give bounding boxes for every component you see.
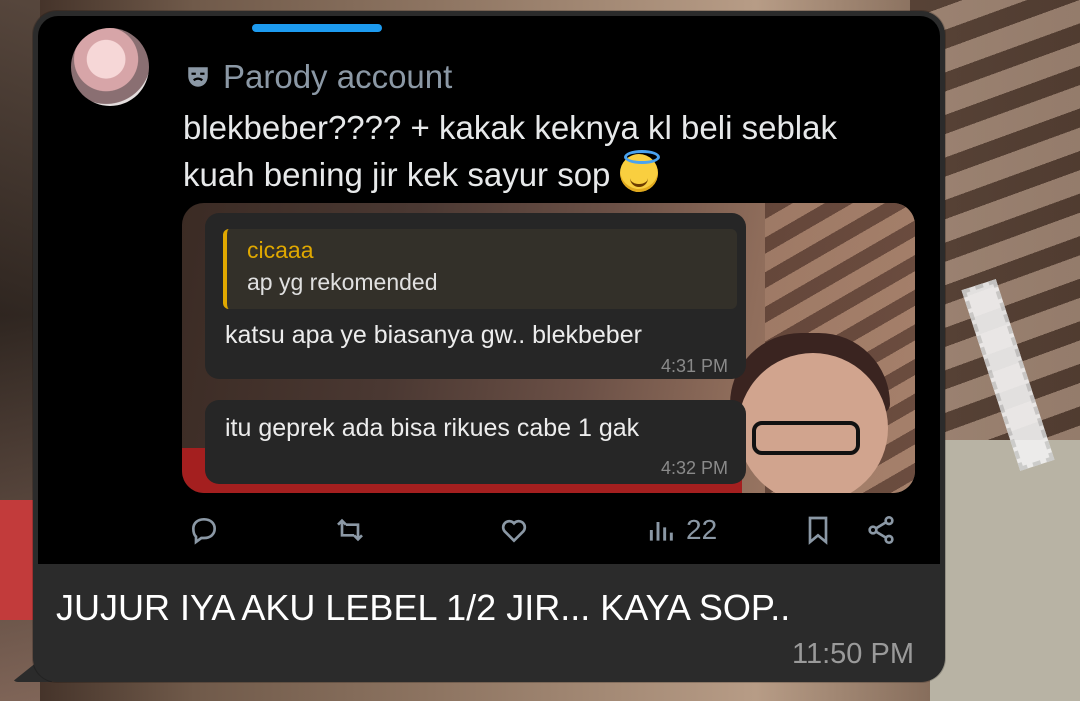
bookmark-button[interactable] (802, 510, 834, 550)
reply-icon (191, 517, 217, 545)
quoted-message-text: ap yg rekomended (247, 269, 438, 295)
media-person-glasses (752, 421, 860, 455)
tweet-action-bar: 22 (38, 506, 940, 556)
share-button[interactable] (865, 510, 897, 550)
quoted-reply: cicaaa ap yg rekomended (223, 229, 737, 309)
scroll-indicator (252, 24, 382, 32)
theater-mask-icon (188, 67, 208, 87)
embedded-chat-message: cicaaa ap yg rekomended katsu apa ye bia… (205, 213, 746, 379)
smiling-face-with-halo-icon (619, 150, 660, 192)
reply-button[interactable] (188, 510, 220, 550)
views-count: 22 (686, 514, 718, 545)
quoted-sender-name: cicaaa (247, 237, 314, 263)
tweet-screenshot[interactable]: Parody account blekbeber???? + kakak kek… (38, 16, 940, 564)
views-button[interactable]: 22 (646, 510, 717, 550)
message-caption: JUJUR IYA AKU LEBEL 1/2 JIR... KAYA SOP.… (56, 587, 791, 628)
share-icon (868, 516, 894, 544)
embedded-message-time: 4:32 PM (660, 458, 728, 478)
wallpaper-shirt (930, 440, 1080, 701)
parody-badge: Parody account (185, 58, 452, 96)
embedded-message-time: 4:31 PM (660, 356, 728, 376)
message-timestamp: 11:50 PM (792, 638, 914, 670)
tweet-text-line: kuah bening jir kek sayur sop (183, 156, 611, 193)
parody-label: Parody account (223, 58, 453, 95)
incoming-message-bubble[interactable]: Parody account blekbeber???? + kakak kek… (33, 11, 945, 682)
avatar (71, 28, 149, 106)
tweet-text: blekbeber???? + kakak keknya kl beli seb… (183, 104, 923, 198)
views-chart-icon (649, 522, 673, 541)
tweet-text-line: blekbeber???? + kakak keknya kl beli seb… (183, 109, 837, 146)
embedded-message-text: katsu apa ye biasanya gw.. blekbeber (225, 321, 642, 349)
heart-icon (501, 519, 527, 543)
embedded-message-text: itu geprek ada bisa rikues cabe 1 gak (225, 414, 640, 442)
repost-icon (337, 518, 363, 542)
embedded-chat-message: itu geprek ada bisa rikues cabe 1 gak 4:… (205, 400, 746, 484)
like-button[interactable] (498, 510, 530, 550)
bookmark-icon (808, 516, 828, 545)
repost-button[interactable] (334, 510, 366, 550)
